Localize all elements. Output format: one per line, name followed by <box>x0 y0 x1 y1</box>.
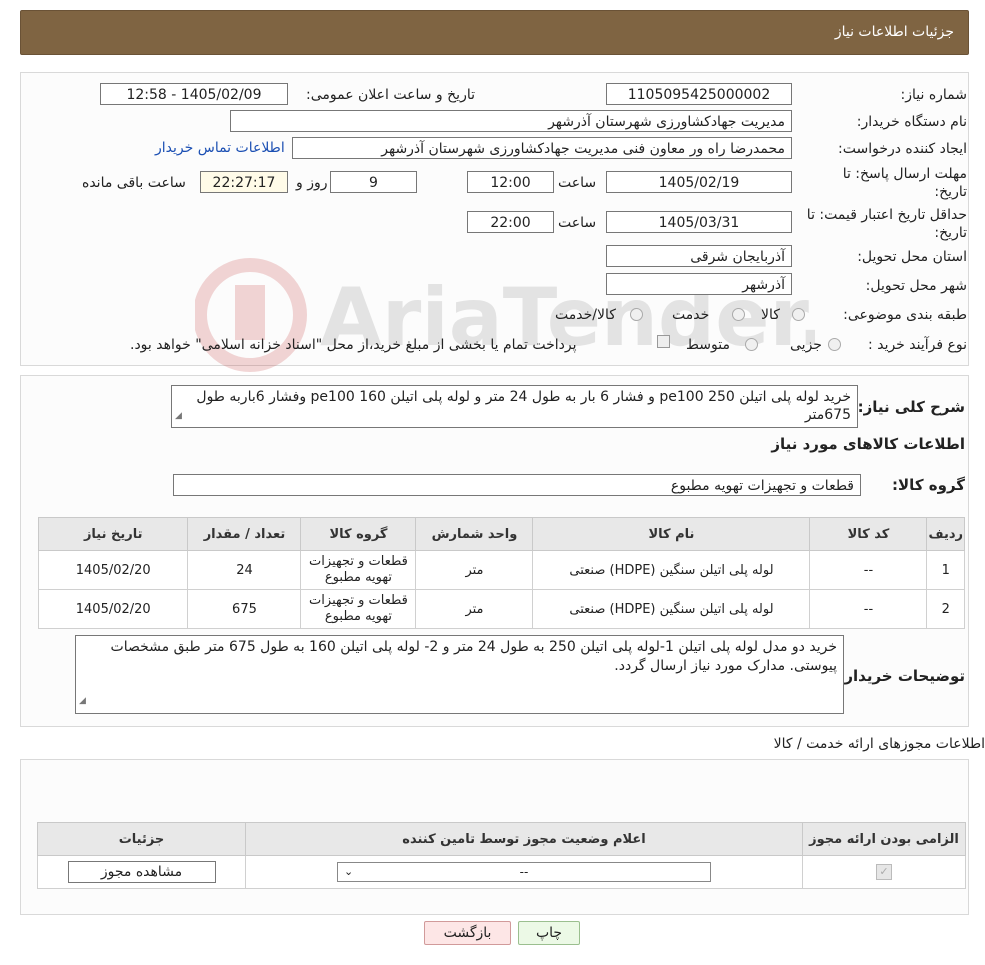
col-row: ردیف <box>926 517 965 551</box>
cell-date: 1405/02/20 <box>37 550 189 590</box>
need-number-field: 1105095425000002 <box>606 83 792 105</box>
page-header: جزئیات اطلاعات نیاز <box>20 10 969 55</box>
category-both-label: کالا/خدمت <box>555 307 616 323</box>
required-checkbox: ✓ <box>876 864 892 880</box>
cell-quantity: 675 <box>187 589 302 629</box>
creator-field: محمدرضا راه ور معاون فنی مدیریت جهادکشاو… <box>292 137 792 159</box>
validity-date-field: 1405/03/31 <box>606 211 792 233</box>
col-code: کد کالا <box>809 517 928 551</box>
remaining-label: ساعت باقی مانده <box>82 175 186 191</box>
buyer-org-label: نام دستگاه خریدار: <box>856 114 967 130</box>
deadline-date-field: 1405/02/19 <box>606 171 792 193</box>
license-title: اطلاعات مجوزهای ارائه خدمت / کالا <box>773 736 985 752</box>
table-row: 1 -- لوله پلی اتیلن سنگین (HDPE) صنعتی م… <box>37 550 965 590</box>
cell-name: لوله پلی اتیلن سنگین (HDPE) صنعتی <box>532 550 811 590</box>
days-field: 9 <box>330 171 417 193</box>
col-license-details: جزئیات <box>37 822 246 856</box>
category-label: طبقه بندی موضوعی: <box>843 307 967 323</box>
col-quantity: تعداد / مقدار <box>187 517 302 551</box>
summary-text: خرید لوله پلی اتیلن pe100 250 و فشار 6 ب… <box>171 385 858 428</box>
goods-group-field: قطعات و تجهیزات تهویه مطبوع <box>173 474 861 496</box>
city-label: شهر محل تحویل: <box>865 278 967 294</box>
validity-time-field: 22:00 <box>467 211 554 233</box>
cell-name: لوله پلی اتیلن سنگین (HDPE) صنعتی <box>532 589 811 629</box>
col-date: تاریخ نیاز <box>37 517 189 551</box>
cell-unit: متر <box>415 550 534 590</box>
validity-label: حداقل تاریخ اعتبار قیمت: تا <box>806 207 967 223</box>
license-status-cell: ⌄ -- <box>245 855 803 889</box>
validity-time-label: ساعت <box>558 215 597 231</box>
province-label: استان محل تحویل: <box>857 249 967 265</box>
goods-title: اطلاعات کالاهای مورد نیاز <box>771 435 965 453</box>
cell-row: 1 <box>926 550 965 590</box>
col-license-status: اعلام وضعیت مجوز توسط تامین کننده <box>245 822 803 856</box>
print-button[interactable]: چاپ <box>518 921 580 945</box>
col-group: گروه کالا <box>300 517 417 551</box>
back-button[interactable]: بازگشت <box>424 921 511 945</box>
cell-code: -- <box>809 589 928 629</box>
category-goods-radio[interactable] <box>792 308 805 321</box>
cell-row: 2 <box>926 589 965 629</box>
validity-label-date: تاریخ: <box>934 225 967 241</box>
col-unit: واحد شمارش <box>415 517 534 551</box>
table-row: ✓ ⌄ -- مشاهده مجوز <box>37 855 966 889</box>
days-label: روز و <box>296 175 328 191</box>
license-table-header: الزامی بودن ارائه مجوز اعلام وضعیت مجوز … <box>37 822 966 856</box>
col-license-required: الزامی بودن ارائه مجوز <box>802 822 966 856</box>
announce-label: تاریخ و ساعت اعلان عمومی: <box>306 87 475 103</box>
summary-text-content: خرید لوله پلی اتیلن pe100 250 و فشار 6 ب… <box>196 389 851 423</box>
category-goods-label: کالا <box>761 307 780 323</box>
table-row: 2 -- لوله پلی اتیلن سنگین (HDPE) صنعتی م… <box>37 589 965 629</box>
buyer-notes-label: توضیحات خریدار: <box>838 667 965 685</box>
goods-table: ردیف کد کالا نام کالا واحد شمارش گروه کا… <box>37 517 965 629</box>
cell-group: قطعات و تجهیزات تهویه مطبوع <box>300 589 417 629</box>
process-note: پرداخت تمام یا بخشی از مبلغ خرید،از محل … <box>130 337 577 353</box>
process-minor-radio[interactable] <box>828 338 841 351</box>
buyer-org-field: مدیریت جهادکشاورزی شهرستان آذرشهر <box>230 110 792 132</box>
cell-group: قطعات و تجهیزات تهویه مطبوع <box>300 550 417 590</box>
city-field: آذرشهر <box>606 273 792 295</box>
province-field: آذربایجان شرقی <box>606 245 792 267</box>
deadline-time-label: ساعت <box>558 175 597 191</box>
process-label: نوع فرآیند خرید : <box>868 337 967 353</box>
view-license-button[interactable]: مشاهده مجوز <box>67 861 216 883</box>
license-table: الزامی بودن ارائه مجوز اعلام وضعیت مجوز … <box>37 822 966 889</box>
category-service-label: خدمت <box>672 307 710 323</box>
process-minor-label: جزیی <box>790 337 822 353</box>
cell-quantity: 24 <box>187 550 302 590</box>
cell-date: 1405/02/20 <box>37 589 189 629</box>
col-name: نام کالا <box>532 517 811 551</box>
process-medium-label: متوسط <box>686 337 730 353</box>
creator-label: ایجاد کننده درخواست: <box>838 141 967 157</box>
treasury-checkbox[interactable] <box>657 335 670 348</box>
category-both-radio[interactable] <box>630 308 643 321</box>
buyer-notes-text: خرید دو مدل لوله پلی اتیلن 1-لوله پلی ات… <box>75 635 844 714</box>
goods-table-header: ردیف کد کالا نام کالا واحد شمارش گروه کا… <box>37 517 965 551</box>
contact-buyer-link[interactable]: اطلاعات تماس خریدار <box>155 140 285 156</box>
deadline-label: مهلت ارسال پاسخ: تا <box>842 166 967 182</box>
process-medium-radio[interactable] <box>745 338 758 351</box>
need-number-label: شماره نیاز: <box>900 87 968 103</box>
cell-code: -- <box>809 550 928 590</box>
announce-field: 1405/02/09 - 12:58 <box>100 83 288 105</box>
resize-grip-icon: ◢ <box>175 411 182 421</box>
deadline-label-date: تاریخ: <box>934 184 967 200</box>
remaining-time-field: 22:27:17 <box>200 171 288 193</box>
cell-unit: متر <box>415 589 534 629</box>
summary-label: شرح کلی نیاز: <box>857 398 965 416</box>
page-title: جزئیات اطلاعات نیاز <box>834 24 954 40</box>
resize-grip-icon: ◢ <box>79 696 86 706</box>
license-details-cell: مشاهده مجوز <box>37 855 246 889</box>
goods-group-label: گروه کالا: <box>892 476 965 494</box>
chevron-down-icon: ⌄ <box>344 865 354 878</box>
buyer-notes-content: خرید دو مدل لوله پلی اتیلن 1-لوله پلی ات… <box>110 639 837 674</box>
license-status-select[interactable]: ⌄ -- <box>337 862 711 882</box>
category-service-radio[interactable] <box>732 308 745 321</box>
license-status-value: -- <box>519 865 529 879</box>
deadline-time-field: 12:00 <box>467 171 554 193</box>
license-required-cell: ✓ <box>802 855 966 889</box>
